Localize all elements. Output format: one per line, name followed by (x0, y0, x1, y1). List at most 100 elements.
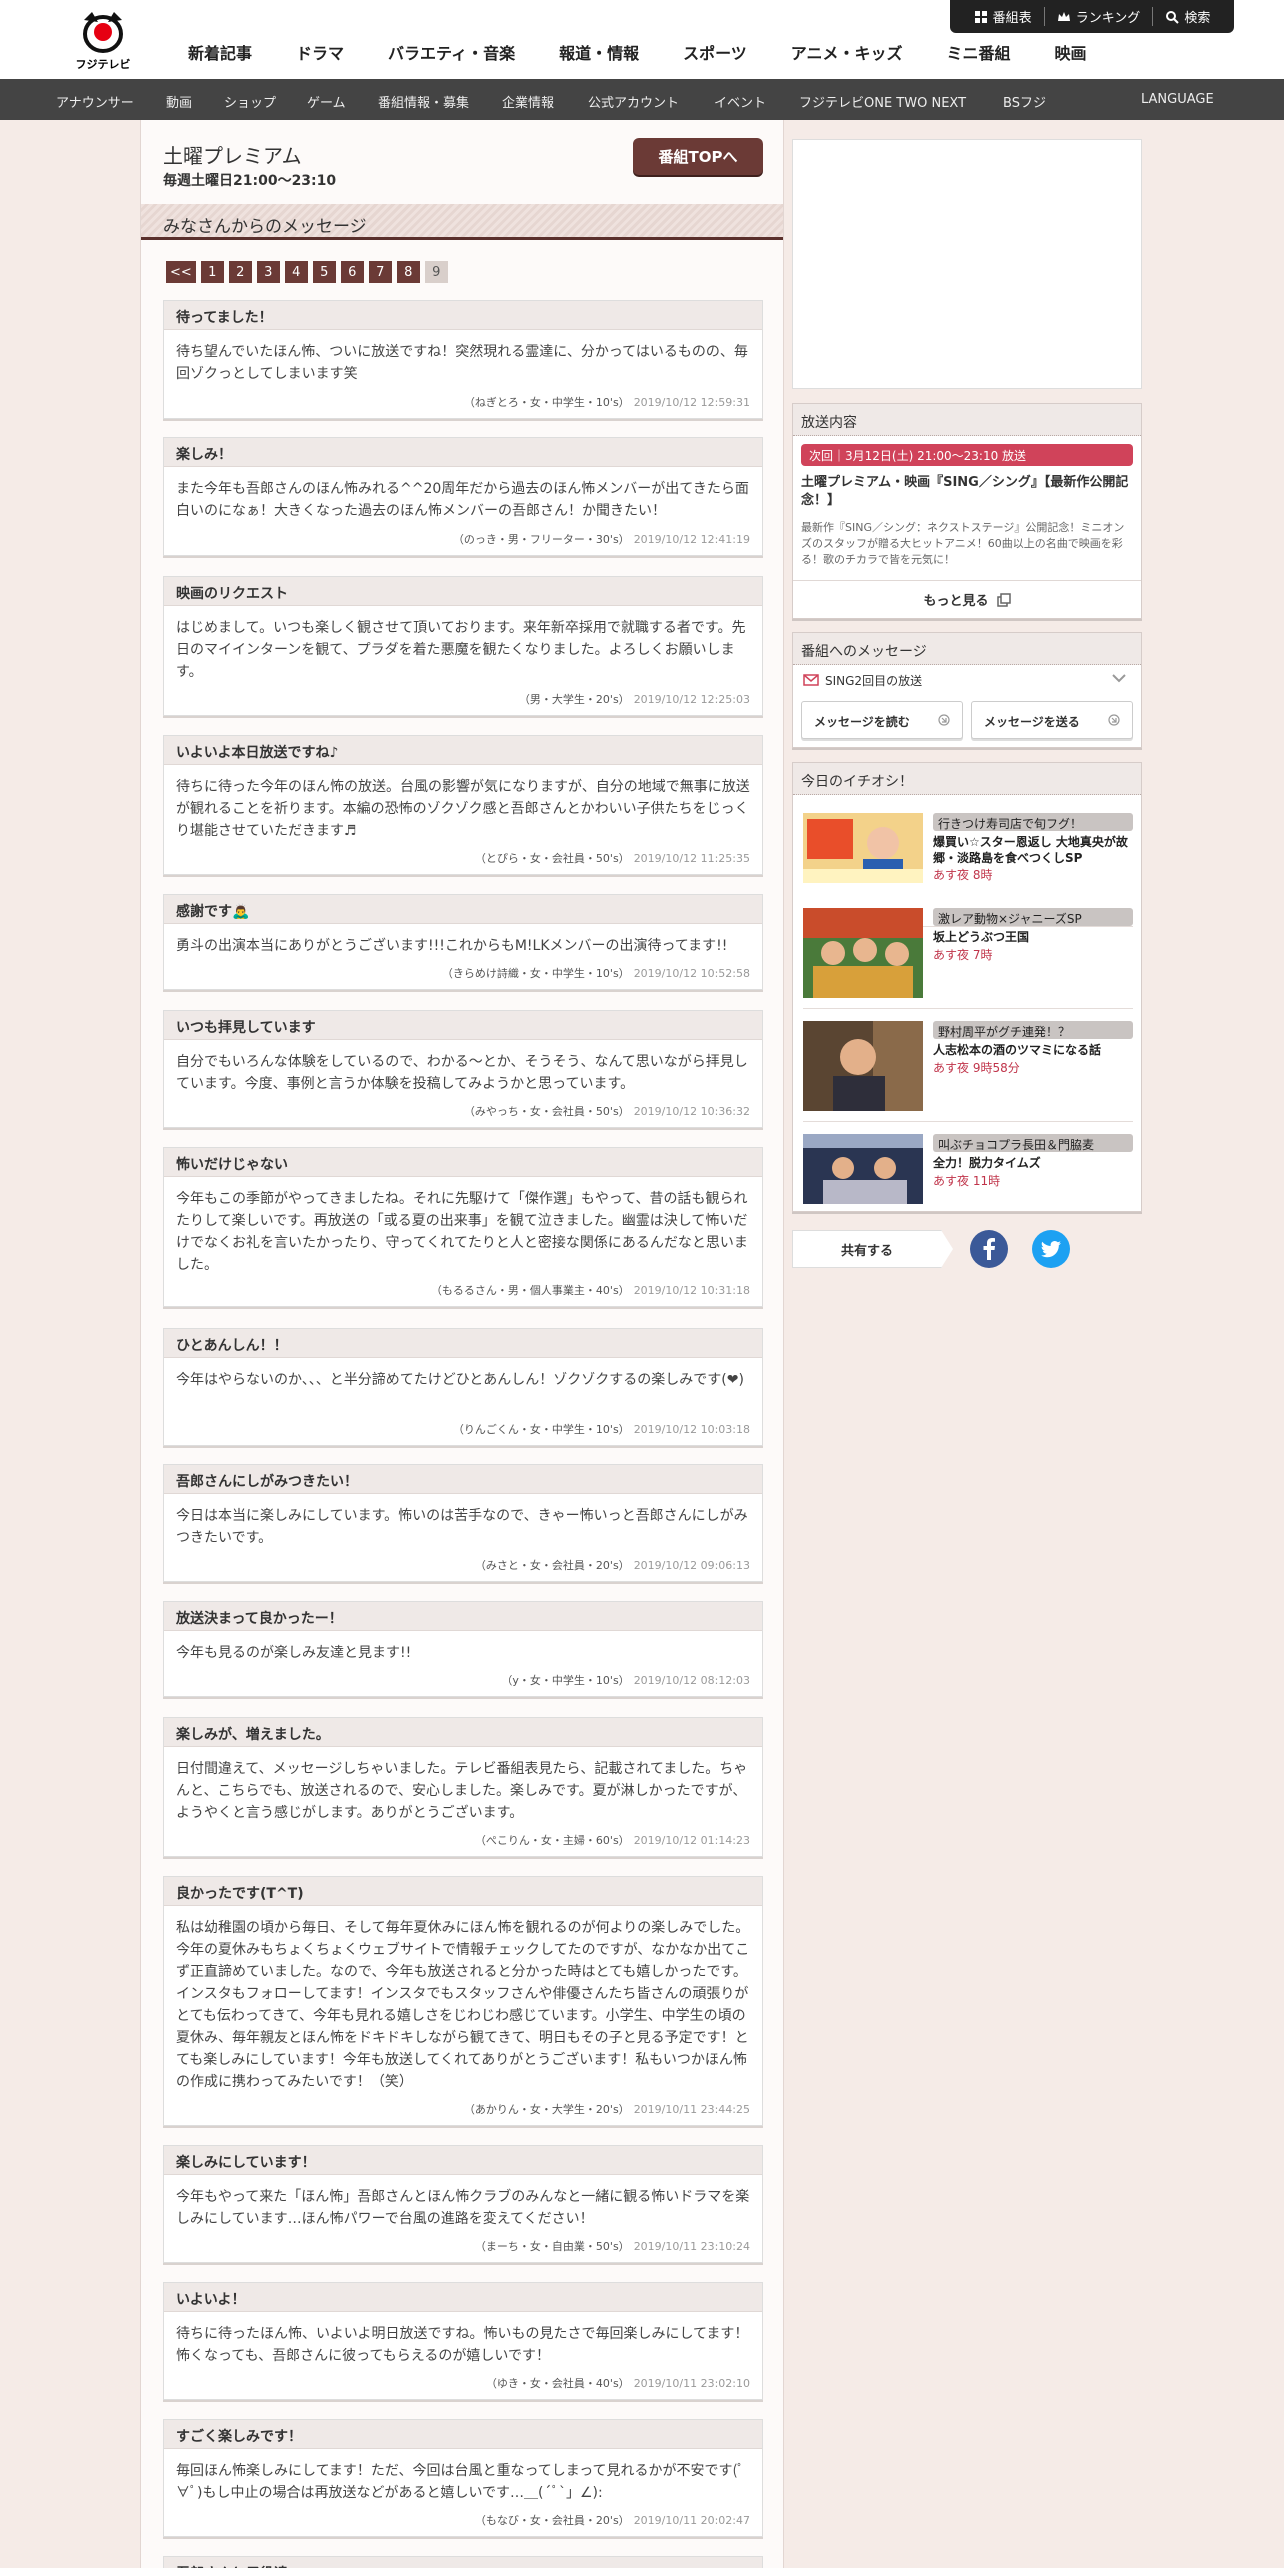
sub-nav-language[interactable]: LANGUAGE (1141, 92, 1214, 107)
nav-anime-kids[interactable]: アニメ・キッズ (769, 40, 925, 64)
broadcast-panel-title: 放送内容 (793, 404, 1141, 436)
message-body: 待ちに待ったほん怖、いよいよ明日放送ですね。怖いもの見たさで毎回楽しみにしてます… (176, 2326, 749, 2364)
divider (803, 1121, 1133, 1122)
main-nav: 新着記事 ドラマ バラエティ・音楽 報道・情報 スポーツ アニメ・キッズ ミニ番… (160, 40, 1109, 64)
message-author: （y・女・中学生・10's） (501, 1674, 630, 1687)
pick-item[interactable]: 激レア動物×ジャニーズSP 坂上どうぶつ王国 あす夜 7時 (803, 908, 1133, 1008)
program-top-button[interactable]: 番組TOPへ (633, 138, 763, 175)
ranking-link[interactable]: ランキング (1045, 7, 1154, 26)
message-date: 2019/10/11 23:44:25 (633, 2103, 750, 2116)
pagination: << 1 2 3 4 5 6 7 8 9 (166, 261, 448, 283)
sub-nav-company[interactable]: 企業情報 (502, 92, 554, 111)
twitter-icon (1041, 1240, 1061, 1257)
pager-page-3[interactable]: 3 (256, 261, 280, 283)
facebook-share-button[interactable] (970, 1230, 1008, 1268)
nav-drama[interactable]: ドラマ (274, 40, 366, 64)
message-body: 今年もこの季節がやってきましたね。それに先駆けて「傑作選」もやって、昔の話も観ら… (176, 1191, 748, 1273)
message-date: 2019/10/12 12:41:19 (633, 533, 750, 546)
fujitv-logo[interactable]: フジテレビ (70, 8, 136, 72)
mail-icon (803, 674, 819, 686)
sub-nav-video[interactable]: 動画 (166, 92, 192, 111)
message-card: 感謝です🙇‍♂️ 勇斗の出演本当にありがとうございます!!!これからもM!LKメ… (163, 894, 763, 990)
site-header: フジテレビ 新着記事 ドラマ バラエティ・音楽 報道・情報 スポーツ アニメ・キ… (0, 0, 1284, 79)
pager-page-5[interactable]: 5 (312, 261, 336, 283)
message-date: 2019/10/12 12:25:03 (633, 693, 750, 706)
nav-sports[interactable]: スポーツ (661, 40, 769, 64)
message-body: 待ちに待った今年のほん怖の放送。台風の影響が気になりますが、自分の地域で無事に放… (176, 779, 750, 839)
message-title: 吾郎さんにしがみつきたい！ (164, 1465, 762, 1494)
pick-thumbnail (803, 1021, 923, 1111)
more-label: もっと見る (923, 594, 989, 609)
message-date: 2019/10/11 20:02:47 (633, 2514, 750, 2527)
pager-page-6[interactable]: 6 (340, 261, 364, 283)
message-title: 放送決まって良かったー！ (164, 1602, 762, 1631)
message-author: （もなび・女・会社員・20's） (474, 2514, 630, 2527)
sub-nav-bs-fuji[interactable]: BSフジ (1003, 92, 1046, 111)
message-body: 自分でもいろんな体験をしているので、わかる～とか、そうそう、なんて思いながら拝見… (176, 1054, 748, 1092)
message-body: 待ち望んでいたほん怖、ついに放送ですね！突然現れる霊達に、分かってはいるものの、… (176, 344, 748, 382)
pager-page-9-current: 9 (424, 261, 448, 283)
pager-prev[interactable]: << (166, 261, 196, 283)
pick-title: 人志松本の酒のツマミになる話 (933, 1043, 1102, 1057)
nav-variety-music[interactable]: バラエティ・音楽 (366, 40, 537, 64)
main-content: 土曜プレミアム 毎週土曜日21:00～23:10 番組TOPへ みなさんからのメ… (140, 120, 784, 2568)
pager-page-4[interactable]: 4 (284, 261, 308, 283)
message-date: 2019/10/12 10:36:32 (633, 1105, 750, 1118)
message-body: また今年も吾郎さんのほん怖みれる^^20周年だから過去のほん怖メンバーが出てきた… (176, 481, 749, 519)
pick-title: 爆買い☆スター恩返し 大地真央が故郷・淡路島を食べつくしSP (933, 835, 1128, 865)
message-date: 2019/10/12 11:25:35 (633, 852, 750, 865)
broadcast-title[interactable]: 土曜プレミアム・映画『SING／シング』【最新作公開記念！】 (801, 474, 1133, 510)
twitter-share-button[interactable] (1032, 1230, 1070, 1268)
send-message-button[interactable]: メッセージを送る (971, 701, 1133, 739)
pick-item[interactable]: 野村周平がグチ連発！？ 人志松本の酒のツマミになる話 あす夜 9時58分 (803, 1021, 1133, 1121)
message-title: 怖いだけじゃない (164, 1148, 762, 1177)
message-topic-select[interactable]: SING2回目の放送 (793, 665, 1141, 695)
nav-new-articles[interactable]: 新着記事 (160, 40, 274, 64)
message-title: 映画のリクエスト (164, 577, 762, 606)
message-author: （みやっち・女・会社員・50's） (463, 1105, 630, 1118)
pick-airtime: あす夜 8時 (933, 868, 993, 882)
sub-nav-game[interactable]: ゲーム (307, 92, 346, 111)
read-messages-button[interactable]: メッセージを読む (801, 701, 963, 739)
sub-nav-official-account[interactable]: 公式アカウント (588, 92, 679, 111)
message-title: いつも拝見しています (164, 1011, 762, 1040)
pager-page-7[interactable]: 7 (368, 261, 392, 283)
sub-nav-event[interactable]: イベント (714, 92, 766, 111)
sub-nav-one-two-next[interactable]: フジテレビONE TWO NEXT (799, 92, 966, 111)
message-author: （男・大学生・20's） (518, 693, 630, 706)
nav-mini-program[interactable]: ミニ番組 (924, 40, 1032, 64)
sub-nav-shop[interactable]: ショップ (224, 92, 276, 111)
message-card: 楽しみ！ また今年も吾郎さんのほん怖みれる^^20周年だから過去のほん怖メンバー… (163, 437, 763, 556)
message-date: 2019/10/11 23:02:10 (633, 2377, 750, 2390)
next-broadcast-badge: 次回｜3月12日(土) 21:00～23:10 放送 (801, 444, 1133, 466)
pick-item[interactable]: 行きつけ寿司店で旬フグ！ 爆買い☆スター恩返し 大地真央が故郷・淡路島を食べつく… (803, 813, 1133, 913)
more-button[interactable]: もっと見る (793, 580, 1141, 618)
message-author: （まーち・女・自由業・50's） (474, 2240, 630, 2253)
search-label: 検索 (1184, 11, 1211, 26)
message-author: （のっき・男・フリーター・30's） (452, 533, 630, 546)
nav-movie[interactable]: 映画 (1032, 40, 1108, 64)
message-card: 待ってました！ 待ち望んでいたほん怖、ついに放送ですね！突然現れる霊達に、分かっ… (163, 300, 763, 419)
message-card: ひとあんしん！！ 今年はやらないのか、、、と半分諦めてたけどひとあんしん！ゾクゾ… (163, 1328, 763, 1446)
message-body: 私は幼稚園の頃から毎日、そして毎年夏休みにほん怖を観れるのが何よりの楽しみでした… (176, 1920, 750, 2090)
arrow-circle-icon (1108, 714, 1120, 726)
sub-nav-announcer[interactable]: アナウンサー (56, 92, 134, 111)
message-card: いよいよ！ 待ちに待ったほん怖、いよいよ明日放送ですね。怖いもの見たさで毎回楽し… (163, 2282, 763, 2400)
message-author: （もるるさん・男・個人事業主・40's） (430, 1284, 630, 1297)
pager-page-1[interactable]: 1 (200, 261, 224, 283)
search-link[interactable]: 検索 (1153, 7, 1222, 26)
pick-thumbnail (803, 813, 923, 883)
message-title: 吾郎さんと子役達 (164, 2557, 762, 2568)
pager-page-2[interactable]: 2 (228, 261, 252, 283)
pick-title: 坂上どうぶつ王国 (933, 930, 1030, 944)
pick-item[interactable]: 叫ぶチョコプラ長田＆門脇麦 全力！脱力タイムズ あす夜 11時 (803, 1134, 1133, 1234)
message-body: 今年も見るのが楽しみ友達と見ます!! (176, 1645, 412, 1661)
eye-logo-icon (83, 12, 123, 53)
message-date: 2019/10/12 10:03:18 (633, 1423, 750, 1436)
message-card: 怖いだけじゃない 今年もこの季節がやってきましたね。それに先駆けて「傑作選」もや… (163, 1147, 763, 1307)
schedule-link[interactable]: 番組表 (962, 7, 1045, 26)
nav-news[interactable]: 報道・情報 (537, 40, 661, 64)
sub-nav-program-info[interactable]: 番組情報・募集 (378, 92, 469, 111)
program-time: 毎週土曜日21:00～23:10 (163, 173, 337, 189)
pager-page-8[interactable]: 8 (396, 261, 420, 283)
